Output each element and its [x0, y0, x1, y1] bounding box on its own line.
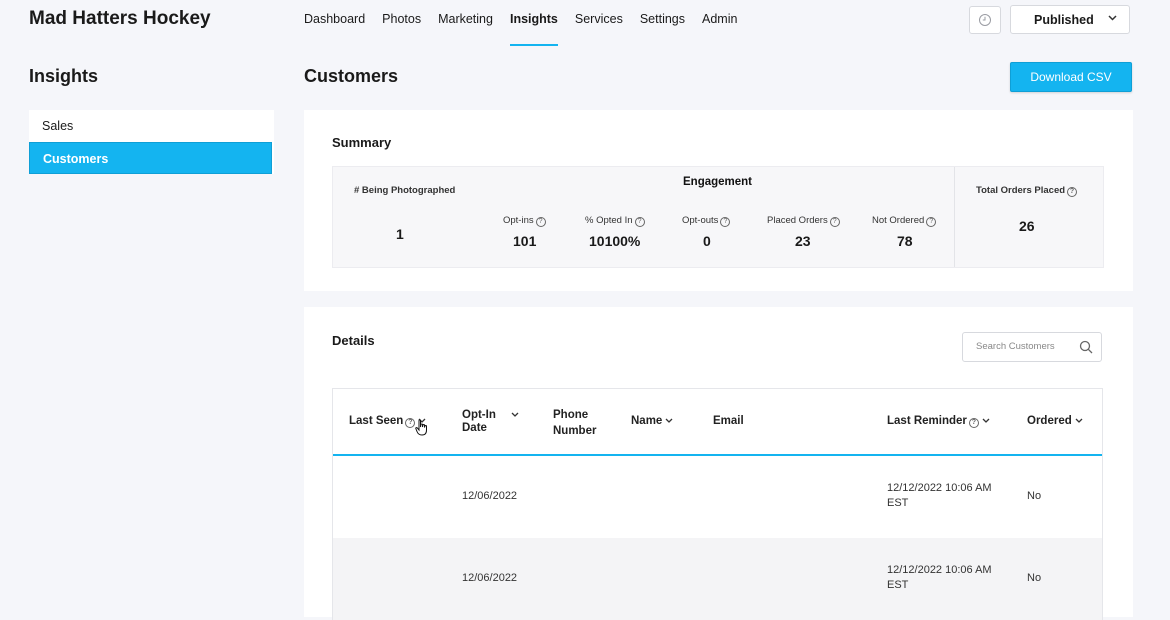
brand-name[interactable]: Mad Hatters Hockey — [29, 8, 211, 30]
nav-admin[interactable]: Admin — [702, 0, 737, 46]
summary-metrics: # Being Photographed 1 Engagement Opt-in… — [332, 166, 1104, 268]
main-nav: Dashboard Photos Marketing Insights Serv… — [304, 0, 754, 46]
help-icon[interactable]: ? — [405, 418, 416, 428]
search-icon[interactable] — [1079, 340, 1093, 354]
help-icon[interactable]: ? — [1067, 187, 1078, 197]
help-icon[interactable]: ? — [720, 217, 731, 227]
total-orders-value: 26 — [1019, 218, 1035, 234]
table-row[interactable]: 12/06/2022 12/12/2022 10:06 AM EST No — [333, 456, 1102, 538]
help-icon[interactable]: ? — [926, 217, 937, 227]
metric-opted-in-value: 10100% — [589, 233, 641, 249]
publish-status-label: Published — [1034, 13, 1094, 27]
help-icon[interactable]: ? — [535, 217, 546, 227]
being-photographed-stat: # Being Photographed 1 — [333, 167, 480, 267]
sidebar-menu: Sales Customers — [29, 110, 274, 174]
metric-not-ordered-value: 78 — [897, 233, 913, 249]
chevron-down-icon — [665, 418, 673, 423]
column-last-reminder[interactable]: Last Reminder? — [887, 415, 990, 428]
column-phone-number[interactable]: Phone Number — [553, 407, 603, 439]
nav-insights[interactable]: Insights — [509, 0, 558, 46]
summary-title: Summary — [332, 135, 392, 150]
nav-photos[interactable]: Photos — [382, 0, 421, 46]
nav-services[interactable]: Services — [575, 0, 623, 46]
metric-placed-orders-label: Placed Orders? — [767, 215, 840, 227]
cell-opt-in-date: 12/06/2022 — [462, 572, 518, 584]
search-input[interactable] — [974, 340, 1078, 353]
nav-dashboard[interactable]: Dashboard — [304, 0, 365, 46]
metric-not-ordered-label: Not Ordered? — [872, 215, 937, 227]
clock-icon — [979, 14, 991, 26]
details-title: Details — [332, 333, 375, 348]
sidebar-item-sales[interactable]: Sales — [29, 110, 274, 142]
table-header: Last Seen? Opt-In Date Phone Number Name… — [333, 389, 1102, 456]
metric-placed-orders-value: 23 — [795, 233, 811, 249]
metric-optins-value: 101 — [513, 233, 537, 249]
column-email[interactable]: Email — [713, 415, 744, 428]
being-photographed-value: 1 — [396, 226, 404, 242]
chevron-down-icon — [982, 418, 990, 423]
metric-optouts-value: 0 — [703, 233, 711, 249]
sidebar-item-customers[interactable]: Customers — [29, 142, 272, 174]
history-button[interactable] — [969, 6, 1001, 34]
cell-last-reminder: 12/12/2022 10:06 AM EST — [887, 564, 992, 591]
chevron-down-icon — [1075, 418, 1083, 423]
chevron-down-icon[interactable] — [511, 412, 519, 417]
table-row[interactable]: 12/06/2022 12/12/2022 10:06 AM EST No — [333, 538, 1102, 620]
metric-optins-label: Opt-ins? — [503, 215, 546, 227]
being-photographed-label: # Being Photographed — [354, 185, 456, 196]
metric-optouts-label: Opt-outs? — [682, 215, 731, 227]
column-opt-in-date[interactable]: Opt-In Date — [462, 409, 502, 435]
engagement-title: Engagement — [683, 176, 753, 188]
column-name[interactable]: Name — [631, 415, 673, 428]
pointer-hand-icon — [415, 419, 427, 436]
customers-table: Last Seen? Opt-In Date Phone Number Name… — [332, 388, 1103, 620]
chevron-down-icon — [1108, 15, 1117, 21]
help-icon[interactable]: ? — [968, 418, 979, 428]
help-icon[interactable]: ? — [634, 217, 645, 227]
column-ordered[interactable]: Ordered — [1027, 415, 1083, 428]
page-title: Customers — [304, 66, 399, 86]
download-csv-button[interactable]: Download CSV — [1010, 62, 1132, 92]
details-card: Details Last Seen? Opt-In Date Phone Num… — [304, 307, 1133, 620]
summary-card: Summary # Being Photographed 1 Engagemen… — [304, 110, 1133, 291]
nav-marketing[interactable]: Marketing — [438, 0, 493, 46]
cell-last-reminder: 12/12/2022 10:06 AM EST — [887, 482, 992, 509]
cell-opt-in-date: 12/06/2022 — [462, 490, 518, 502]
help-icon[interactable]: ? — [829, 217, 840, 227]
top-bar: Mad Hatters Hockey Dashboard Photos Mark… — [0, 0, 1170, 46]
nav-settings[interactable]: Settings — [640, 0, 685, 46]
sidebar-title: Insights — [29, 66, 99, 86]
cell-ordered: No — [1027, 490, 1042, 502]
cell-ordered: No — [1027, 572, 1042, 584]
total-orders-stat: Total Orders Placed? 26 — [954, 167, 1104, 267]
total-orders-label: Total Orders Placed? — [976, 185, 1078, 197]
publish-status-dropdown[interactable]: Published — [1010, 5, 1130, 34]
metric-opted-in-label: % Opted In? — [585, 215, 645, 227]
search-customers[interactable] — [962, 332, 1102, 362]
